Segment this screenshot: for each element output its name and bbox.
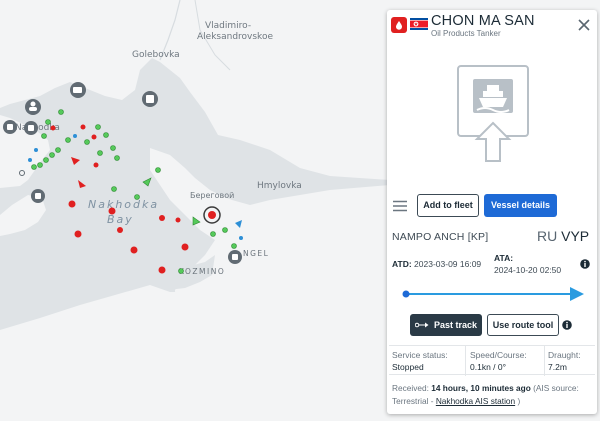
north-korea-flag-icon: [410, 18, 428, 30]
close-icon[interactable]: [577, 18, 591, 32]
tanker-type-icon: [391, 17, 407, 33]
track-icon: [414, 322, 429, 328]
route-tool-button[interactable]: Use route tool: [487, 314, 559, 336]
destination-country: RU: [537, 228, 558, 244]
speed-course-label: Speed/Course:: [470, 350, 527, 360]
vessel-stats: Service status: Stopped Speed/Course: 0.…: [389, 345, 595, 376]
add-to-fleet-button[interactable]: Add to fleet: [417, 194, 479, 217]
map-label-bay-line2: Bay: [107, 213, 134, 226]
stats-divider: [544, 346, 545, 376]
map-label-golebovka: Golebovka: [132, 50, 180, 60]
service-status: Service status: Stopped: [392, 350, 448, 372]
destination-code: VYP: [561, 228, 590, 244]
draught-label: Draught:: [548, 350, 581, 360]
past-track-button[interactable]: Past track: [410, 314, 482, 336]
vessel-name: CHON MA SAN: [431, 13, 535, 29]
vessel-info-panel: CHON MA SAN Oil Products Tanker Add to f…: [387, 10, 597, 414]
map-label-nagel: NGEL: [243, 249, 269, 258]
menu-icon[interactable]: [393, 200, 407, 212]
ata-label: ATA:: [494, 253, 514, 263]
received-label: Received:: [392, 383, 429, 393]
atd-row: ATD: 2023-03-09 16:09: [392, 259, 481, 269]
ais-close: ): [517, 396, 521, 406]
voyage-progress-bar: [402, 287, 584, 301]
map-label-aleksandrovskoe: Aleksandrovskoe: [197, 32, 273, 42]
panel-header: CHON MA SAN Oil Products Tanker: [387, 10, 597, 40]
speed-course-value: 0.1kn / 0°: [470, 362, 507, 372]
map-label-bay-line1: Nakhodka: [88, 198, 159, 211]
atd-label: ATD:: [392, 259, 412, 269]
draught: Draught: 7.2m: [548, 350, 581, 372]
speed-course: Speed/Course: 0.1kn / 0°: [470, 350, 527, 372]
stats-divider: [465, 346, 466, 376]
map-label-vladimiro: Vladimiro-: [205, 21, 251, 31]
destination-port[interactable]: RU VYP: [537, 228, 589, 244]
atd-value: 2023-03-09 16:09: [414, 259, 482, 269]
past-track-label: Past track: [433, 320, 478, 330]
vessel-details-button[interactable]: Vessel details: [484, 194, 557, 217]
ais-station-link[interactable]: Nakhodka AIS station: [436, 396, 515, 406]
draught-value: 7.2m: [548, 362, 567, 372]
vessel-type: Oil Products Tanker: [431, 29, 501, 38]
map-label-beregovoi: Береговой: [190, 191, 234, 200]
map-label-hmylovka: Hmylovka: [257, 181, 302, 191]
map-label-kozmino: KOZMINO: [179, 267, 225, 276]
departure-port[interactable]: NAMPO ANCH [KP]: [392, 231, 488, 243]
vessel-photo-placeholder-icon[interactable]: [457, 65, 529, 162]
ata-info-icon[interactable]: [580, 259, 590, 269]
received-value: 14 hours, 10 minutes ago: [431, 383, 531, 393]
ata-value: 2024-10-20 02:50: [494, 265, 562, 275]
route-info-icon[interactable]: [562, 320, 572, 330]
service-status-value: Stopped: [392, 362, 424, 372]
service-status-label: Service status:: [392, 350, 448, 360]
received-info: Received: 14 hours, 10 minutes ago (AIS …: [392, 382, 592, 408]
